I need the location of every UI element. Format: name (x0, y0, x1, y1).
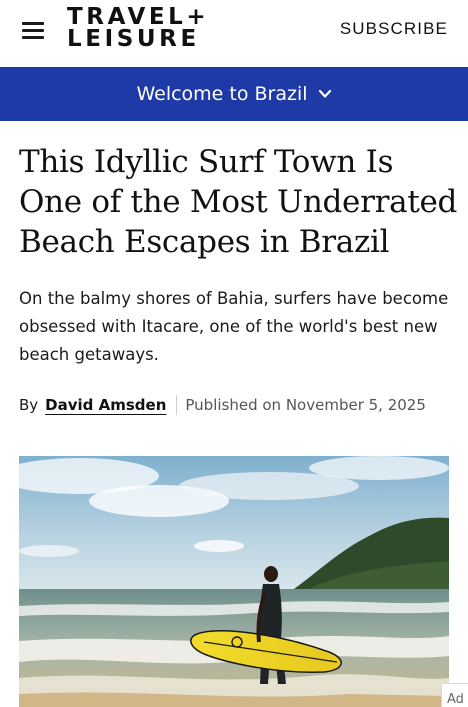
publish-date: Published on November 5, 2025 (185, 396, 426, 414)
hamburger-menu-icon[interactable] (20, 18, 48, 42)
site-logo[interactable]: TRAVEL+ LEISURE (67, 6, 239, 54)
byline-by-label: By (19, 396, 39, 414)
subscribe-button[interactable]: SUBSCRIBE (340, 19, 448, 39)
chevron-down-icon (318, 89, 331, 98)
author-link[interactable]: David Amsden (45, 396, 166, 414)
welcome-nav-label: Welcome to Brazil (136, 83, 308, 105)
article-headline: This Idyllic Surf Town Is One of the Mos… (19, 144, 458, 260)
hero-image (19, 456, 449, 707)
byline-divider (176, 395, 178, 415)
welcome-nav-bar[interactable]: Welcome to Brazil (0, 67, 468, 121)
ad-badge[interactable]: Ad (441, 683, 468, 707)
article-dek: On the balmy shores of Bahia, surfers ha… (19, 289, 449, 364)
byline: By David Amsden Published on November 5,… (19, 394, 426, 416)
logo-line-1: TRAVEL+ (67, 4, 210, 30)
site-header: TRAVEL+ LEISURE SUBSCRIBE (0, 0, 468, 66)
logo-line-2: LEISURE (67, 26, 200, 52)
